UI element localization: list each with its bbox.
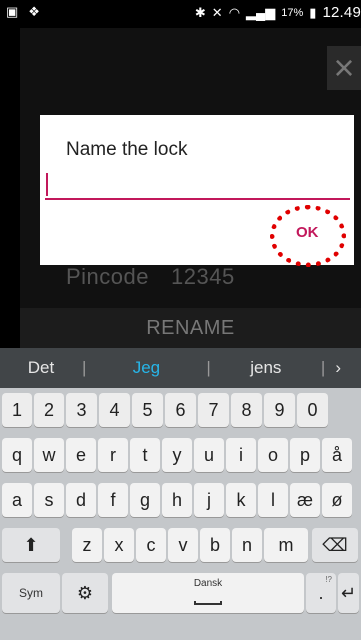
key[interactable]: v — [168, 528, 198, 562]
dialog-title: Name the lock — [66, 139, 188, 160]
key[interactable]: z — [72, 528, 102, 562]
key[interactable]: 0 — [297, 393, 328, 427]
key[interactable]: 3 — [66, 393, 97, 427]
ok-button[interactable]: OK — [296, 224, 319, 241]
wifi-icon: ◠ — [228, 5, 241, 20]
key[interactable]: k — [226, 483, 256, 517]
key[interactable]: ø — [322, 483, 352, 517]
suggestion-bar: Det | Jeg | jens | › — [0, 348, 361, 388]
key[interactable]: 4 — [99, 393, 130, 427]
enter-key[interactable]: ↵ — [338, 573, 359, 613]
key[interactable]: f — [98, 483, 128, 517]
battery-percent: 17% — [281, 6, 304, 19]
key[interactable]: x — [104, 528, 134, 562]
key[interactable]: d — [66, 483, 96, 517]
text-cursor — [46, 173, 48, 196]
sym-label: Sym — [19, 586, 43, 600]
number-row: 1 2 3 4 5 6 7 8 9 0 — [0, 393, 361, 431]
key[interactable]: y — [162, 438, 192, 472]
period-hint: !? — [325, 575, 332, 584]
key[interactable]: 7 — [198, 393, 229, 427]
space-key[interactable]: Dansk — [112, 573, 304, 613]
chevron-right-icon[interactable]: › — [325, 358, 351, 378]
space-label: Dansk — [193, 578, 223, 589]
space-icon — [194, 601, 222, 605]
screenshot-icon: ▣ — [6, 4, 19, 19]
key[interactable]: e — [66, 438, 96, 472]
key[interactable]: 9 — [264, 393, 295, 427]
pincode-label: Pincode — [66, 264, 150, 289]
clock: 12.49 — [322, 4, 361, 21]
backspace-key[interactable]: ⌫ — [312, 528, 358, 562]
key[interactable]: 6 — [165, 393, 196, 427]
letter-row-1: q w e r t y u i o p å — [0, 438, 361, 476]
lock-name-input[interactable] — [45, 170, 350, 200]
shift-icon: ⬆ — [23, 534, 39, 555]
soft-keyboard: Det | Jeg | jens | › 1 2 3 4 5 6 7 8 9 0… — [0, 348, 361, 640]
period-key[interactable]: !? . — [306, 573, 336, 613]
letter-row-2: a s d f g h j k l æ ø — [0, 483, 361, 521]
suggestion-item-active[interactable]: Jeg — [86, 358, 206, 378]
letter-row-3: ⬆ z x c v b n m ⌫ — [0, 528, 361, 566]
key[interactable]: å — [322, 438, 352, 472]
key[interactable]: b — [200, 528, 230, 562]
key[interactable]: 5 — [132, 393, 163, 427]
key[interactable]: s — [34, 483, 64, 517]
name-lock-dialog: Name the lock OK — [40, 115, 354, 267]
key[interactable]: g — [130, 483, 160, 517]
key[interactable]: 1 — [2, 393, 32, 427]
settings-key[interactable]: ⚙ — [62, 573, 108, 613]
suggestion-item[interactable]: jens — [211, 358, 321, 378]
dropbox-icon: ❖ — [28, 4, 40, 19]
pincode-value: 12345 — [171, 264, 235, 289]
signal-icon: ▂▄▆ — [246, 5, 276, 20]
key[interactable]: o — [258, 438, 288, 472]
key[interactable]: m — [264, 528, 308, 562]
bluetooth-icon: ✱ — [194, 5, 206, 20]
enter-icon: ↵ — [340, 582, 357, 603]
bottom-row: Sym ⚙ Dansk !? . ↵ — [0, 573, 361, 619]
sym-key[interactable]: Sym — [2, 573, 60, 613]
backspace-icon: ⌫ — [322, 534, 348, 555]
key[interactable]: a — [2, 483, 32, 517]
period-label: . — [318, 582, 324, 603]
key[interactable]: 2 — [34, 393, 64, 427]
key[interactable]: c — [136, 528, 166, 562]
key[interactable]: w — [34, 438, 64, 472]
key[interactable]: p — [290, 438, 320, 472]
key[interactable]: n — [232, 528, 262, 562]
rename-button[interactable]: RENAME — [20, 308, 361, 348]
key[interactable]: q — [2, 438, 32, 472]
key[interactable]: j — [194, 483, 224, 517]
gear-icon: ⚙ — [76, 582, 94, 603]
key[interactable]: i — [226, 438, 256, 472]
key[interactable]: l — [258, 483, 288, 517]
key[interactable]: r — [98, 438, 128, 472]
pincode-row: Pincode 12345 — [66, 264, 235, 290]
key[interactable]: æ — [290, 483, 320, 517]
key[interactable]: h — [162, 483, 192, 517]
key[interactable]: t — [130, 438, 160, 472]
mute-icon: ✕ — [211, 5, 223, 20]
battery-icon: ▮ — [309, 5, 317, 20]
key[interactable]: 8 — [231, 393, 262, 427]
shift-key[interactable]: ⬆ — [2, 528, 60, 562]
close-icon[interactable]: × — [327, 46, 361, 90]
status-bar: ▣ ❖ ✱ ✕ ◠ ▂▄▆ 17% ▮ 12.49 — [0, 0, 361, 28]
suggestion-item[interactable]: Det — [0, 358, 82, 378]
key[interactable]: u — [194, 438, 224, 472]
